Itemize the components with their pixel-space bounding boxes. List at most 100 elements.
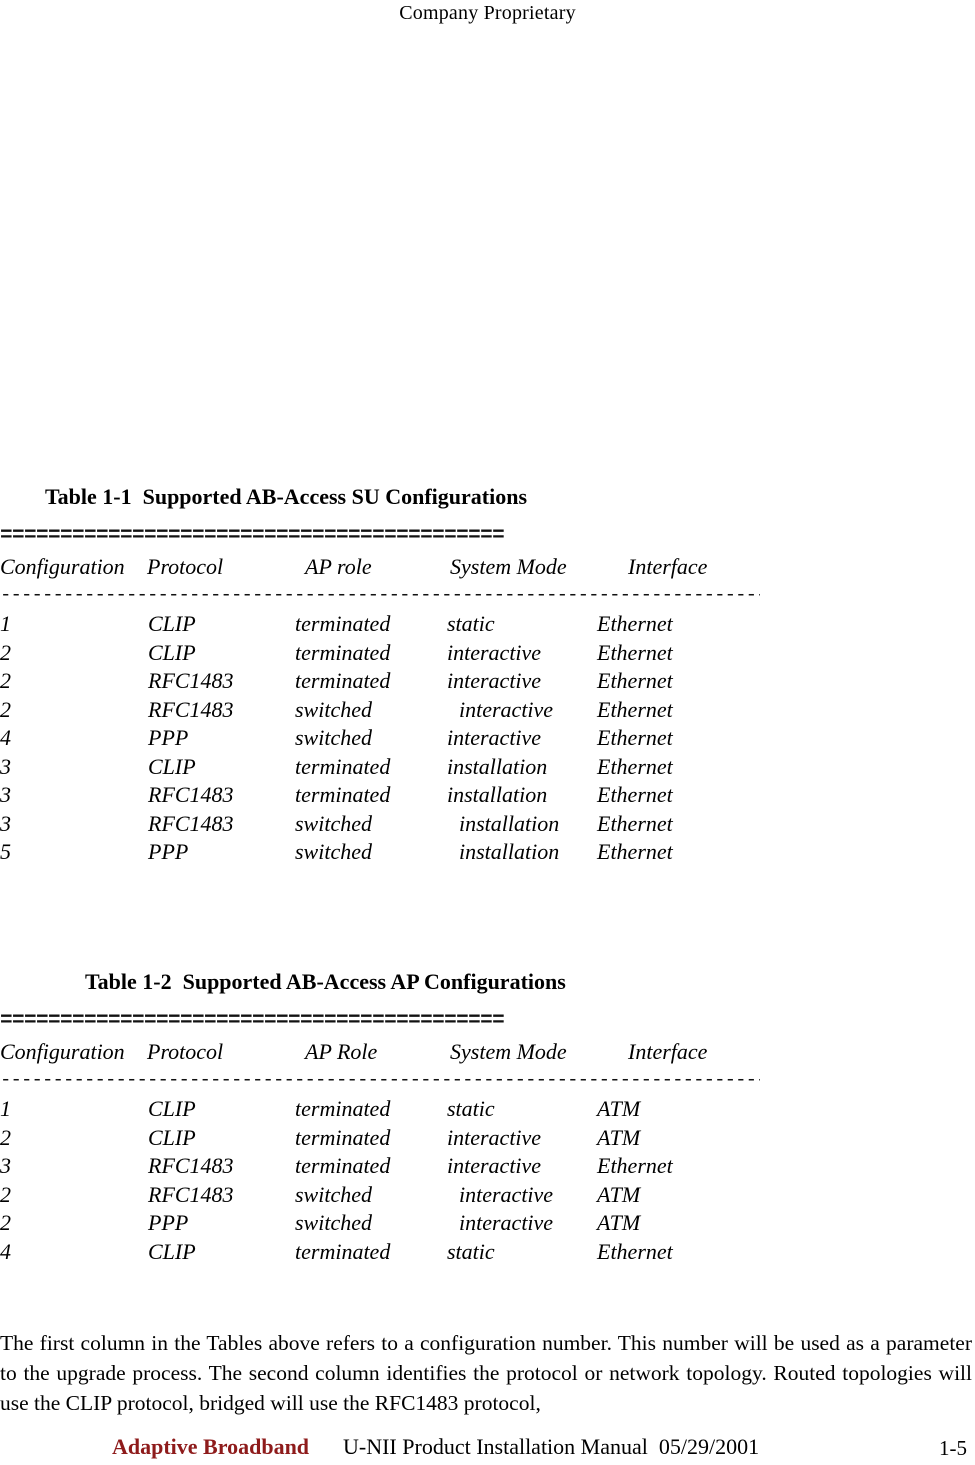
cell-configuration: 2 bbox=[0, 696, 11, 722]
table-row: 3 RFC1483 terminated interactive Etherne… bbox=[0, 1152, 975, 1181]
cell-configuration: 3 bbox=[0, 810, 11, 836]
cell-ap-role: switched bbox=[295, 696, 372, 722]
cell-interface: Ethernet bbox=[597, 1153, 673, 1178]
cell-protocol: CLIP bbox=[148, 1096, 196, 1121]
cell-configuration: 4 bbox=[0, 1238, 11, 1264]
cell-interface: Ethernet bbox=[597, 753, 673, 779]
cell-interface: ATM bbox=[597, 1181, 641, 1207]
cell-interface: Ethernet bbox=[597, 696, 673, 722]
cell-system-mode: installation bbox=[459, 810, 560, 836]
cell-interface: Ethernet bbox=[597, 810, 673, 836]
body-paragraph: The first column in the Tables above ref… bbox=[0, 1331, 972, 1415]
page-header-text: Company Proprietary bbox=[399, 2, 576, 24]
cell-ap-role: terminated bbox=[295, 639, 391, 665]
cell-configuration: 3 bbox=[0, 1153, 11, 1178]
table-row: 2 RFC1483 switched interactive Ethernet bbox=[0, 696, 975, 725]
cell-configuration: 2 bbox=[0, 668, 11, 693]
cell-configuration: 1 bbox=[0, 1096, 11, 1121]
table-row: 2 PPP switched interactive ATM bbox=[0, 1209, 975, 1238]
cell-ap-role: terminated bbox=[295, 1096, 391, 1121]
cell-protocol: RFC1483 bbox=[148, 1153, 234, 1178]
cell-interface: Ethernet bbox=[597, 725, 673, 750]
table-1-1-block: Table 1-1 Supported AB-Access SU Configu… bbox=[0, 482, 975, 867]
table-1-2-rows: 1 CLIP terminated static ATM 2 CLIP term… bbox=[0, 1095, 975, 1266]
cell-system-mode: installation bbox=[447, 782, 548, 807]
table-1-2-block: Table 1-2 Supported AB-Access AP Configu… bbox=[0, 967, 975, 1266]
table-1-1-top-rule: ========================================… bbox=[0, 526, 505, 548]
cell-ap-role: terminated bbox=[295, 753, 391, 779]
cell-protocol: RFC1483 bbox=[148, 810, 234, 836]
cell-system-mode: interactive bbox=[447, 1124, 542, 1150]
table-1-2-header-rule: ----------------------------------------… bbox=[0, 1069, 760, 1089]
column-header-interface: Interface bbox=[628, 554, 708, 579]
cell-interface: Ethernet bbox=[597, 611, 673, 636]
cell-protocol: PPP bbox=[148, 839, 189, 864]
footer-document-title: U-NII Product Installation Manual 05/29/… bbox=[343, 1434, 760, 1459]
cell-interface: Ethernet bbox=[597, 782, 673, 807]
cell-configuration: 5 bbox=[0, 839, 11, 864]
table-row: 3 CLIP terminated installation Ethernet bbox=[0, 753, 975, 782]
cell-ap-role: switched bbox=[295, 725, 372, 750]
cell-protocol: CLIP bbox=[148, 1238, 196, 1264]
column-header-system-mode: System Mode bbox=[450, 554, 567, 579]
cell-protocol: RFC1483 bbox=[148, 782, 234, 807]
cell-ap-role: terminated bbox=[295, 668, 391, 693]
cell-configuration: 2 bbox=[0, 1210, 11, 1235]
column-header-configuration: Configuration bbox=[0, 554, 125, 579]
table-row: 4 PPP switched interactive Ethernet bbox=[0, 724, 975, 753]
cell-configuration: 3 bbox=[0, 782, 11, 807]
table-1-1-rows: 1 CLIP terminated static Ethernet 2 CLIP… bbox=[0, 610, 975, 867]
table-1-2-caption: Table 1-2 Supported AB-Access AP Configu… bbox=[85, 969, 566, 994]
cell-system-mode: interactive bbox=[447, 668, 542, 693]
cell-protocol: CLIP bbox=[148, 1124, 196, 1150]
table-1-1-caption: Table 1-1 Supported AB-Access SU Configu… bbox=[45, 484, 528, 509]
body-paragraph-block: The first column in the Tables above ref… bbox=[0, 1328, 972, 1418]
cell-ap-role: switched bbox=[295, 810, 372, 836]
table-1-1-header-row: Configuration Protocol AP role System Mo… bbox=[0, 552, 975, 582]
column-header-system-mode: System Mode bbox=[450, 1039, 567, 1064]
cell-system-mode: interactive bbox=[447, 639, 542, 665]
cell-protocol: PPP bbox=[148, 725, 189, 750]
cell-interface: Ethernet bbox=[597, 1238, 673, 1264]
cell-protocol: PPP bbox=[148, 1210, 189, 1235]
cell-interface: Ethernet bbox=[597, 639, 673, 665]
table-row: 2 CLIP terminated interactive ATM bbox=[0, 1124, 975, 1153]
footer-page-number: 1-5 bbox=[939, 1436, 967, 1460]
cell-system-mode: interactive bbox=[459, 1210, 554, 1235]
column-header-protocol: Protocol bbox=[147, 554, 224, 579]
cell-system-mode: installation bbox=[447, 753, 548, 779]
cell-protocol: CLIP bbox=[148, 753, 196, 779]
table-row: 4 CLIP terminated static Ethernet bbox=[0, 1238, 975, 1267]
table-1-1-header-rule: ----------------------------------------… bbox=[0, 584, 760, 604]
cell-protocol: RFC1483 bbox=[148, 668, 234, 693]
page-footer: Adaptive Broadband U-NII Product Install… bbox=[0, 1432, 975, 1465]
cell-system-mode: interactive bbox=[447, 725, 542, 750]
table-row: 5 PPP switched installation Ethernet bbox=[0, 838, 975, 867]
cell-ap-role: terminated bbox=[295, 782, 391, 807]
cell-configuration: 1 bbox=[0, 611, 11, 636]
table-row: 1 CLIP terminated static ATM bbox=[0, 1095, 975, 1124]
column-header-interface: Interface bbox=[628, 1039, 708, 1064]
cell-system-mode: interactive bbox=[447, 1153, 542, 1178]
cell-configuration: 2 bbox=[0, 1124, 11, 1150]
table-row: 2 RFC1483 switched interactive ATM bbox=[0, 1181, 975, 1210]
cell-interface: ATM bbox=[597, 1096, 641, 1121]
table-1-2-top-rule: ========================================… bbox=[0, 1011, 505, 1033]
cell-system-mode: static bbox=[447, 1096, 495, 1121]
table-row: 2 RFC1483 terminated interactive Etherne… bbox=[0, 667, 975, 696]
cell-ap-role: switched bbox=[295, 1181, 372, 1207]
cell-configuration: 2 bbox=[0, 1181, 11, 1207]
column-header-ap-role: AP Role bbox=[305, 1039, 378, 1064]
footer-brand: Adaptive Broadband bbox=[112, 1434, 310, 1459]
column-header-ap-role: AP role bbox=[305, 554, 372, 579]
cell-interface: ATM bbox=[597, 1124, 641, 1150]
cell-system-mode: interactive bbox=[459, 696, 554, 722]
cell-configuration: 4 bbox=[0, 725, 11, 750]
column-header-protocol: Protocol bbox=[147, 1039, 224, 1064]
cell-protocol: RFC1483 bbox=[148, 1181, 234, 1207]
cell-ap-role: terminated bbox=[295, 1153, 391, 1178]
table-row: 2 CLIP terminated interactive Ethernet bbox=[0, 639, 975, 668]
table-row: 3 RFC1483 switched installation Ethernet bbox=[0, 810, 975, 839]
cell-ap-role: terminated bbox=[295, 1124, 391, 1150]
cell-ap-role: switched bbox=[295, 839, 372, 864]
